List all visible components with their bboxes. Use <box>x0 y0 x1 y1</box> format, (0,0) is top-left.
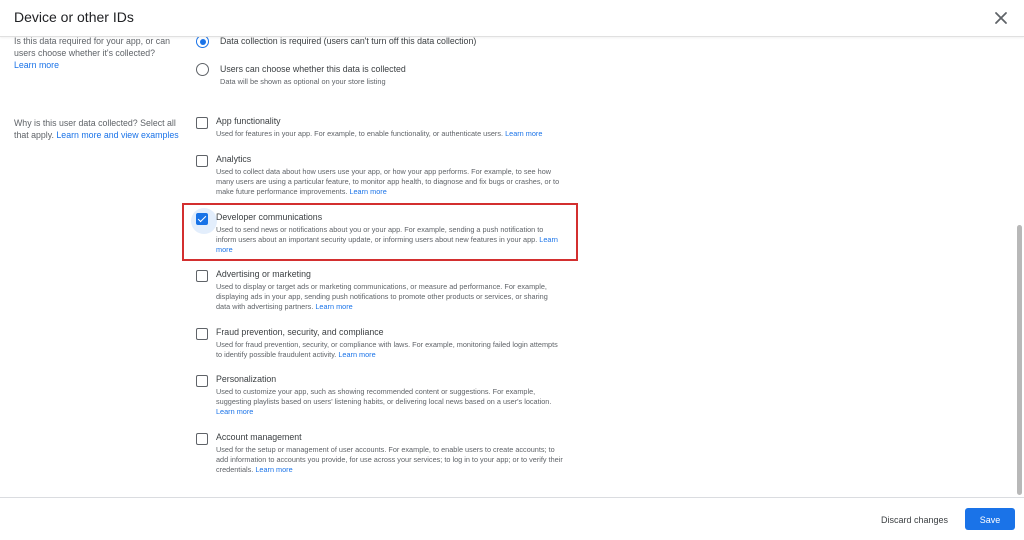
option-advertising-marketing[interactable]: Advertising or marketing Used to display… <box>194 269 574 313</box>
option-title: Advertising or marketing <box>216 269 311 279</box>
option-personalization[interactable]: Personalization Used to customize your a… <box>194 374 574 418</box>
option-app-functionality[interactable]: App functionality Used for features in y… <box>194 116 574 142</box>
option-fraud-prevention[interactable]: Fraud prevention, security, and complian… <box>194 327 574 361</box>
option-account-management[interactable]: Account management Used for the setup or… <box>194 432 574 476</box>
checkbox-fraud-prevention[interactable] <box>196 328 208 340</box>
dialog-content[interactable]: Is this data required for your app, or c… <box>0 37 1024 497</box>
checkbox-advertising-marketing[interactable] <box>196 270 208 282</box>
option-title: App functionality <box>216 116 281 126</box>
radio-required-label: Data collection is required (users can't… <box>220 37 477 46</box>
radio-optional-label: Users can choose whether this data is co… <box>220 64 406 74</box>
purpose-question: Why is this user data collected? Select … <box>14 117 182 141</box>
checkbox-analytics[interactable] <box>196 155 208 167</box>
option-description: Used to send news or notifications about… <box>216 225 558 254</box>
dialog-title: Device or other IDs <box>14 9 134 25</box>
option-description: Used for features in your app. For examp… <box>216 129 543 138</box>
option-learn-more-link[interactable]: Learn more <box>216 407 253 416</box>
purpose-learn-more-link[interactable]: Learn more and view examples <box>56 130 178 140</box>
close-icon <box>995 12 1007 24</box>
option-description: Used to collect data about how users use… <box>216 167 560 196</box>
discard-changes-button[interactable]: Discard changes <box>873 510 956 530</box>
option-learn-more-link[interactable]: Learn more <box>315 302 352 311</box>
close-button[interactable] <box>990 7 1012 29</box>
data-type-dialog: Device or other IDs Is this data require… <box>0 0 1024 540</box>
radio-required-button[interactable] <box>196 37 209 48</box>
option-learn-more-link[interactable]: Learn more <box>349 187 386 196</box>
option-learn-more-link[interactable]: Learn more <box>338 350 375 359</box>
required-question: Is this data required for your app, or c… <box>14 37 182 72</box>
option-analytics[interactable]: Analytics Used to collect data about how… <box>194 154 574 198</box>
checkbox-personalization[interactable] <box>196 375 208 387</box>
option-title: Account management <box>216 432 302 442</box>
option-title: Developer communications <box>216 212 323 222</box>
option-description: Used for the setup or management of user… <box>216 445 563 474</box>
option-description: Used for fraud prevention, security, or … <box>216 340 558 359</box>
radio-optional-sub: Data will be shown as optional on your s… <box>220 77 386 86</box>
option-description: Used to display or target ads or marketi… <box>216 282 548 311</box>
option-description: Used to customize your app, such as show… <box>216 387 552 416</box>
dialog-header: Device or other IDs <box>0 0 1024 37</box>
checkbox-developer-communications[interactable] <box>191 208 217 234</box>
checkbox-app-functionality[interactable] <box>196 117 208 129</box>
dialog-footer: Discard changes Save <box>0 497 1024 540</box>
option-title: Analytics <box>216 154 252 164</box>
option-learn-more-link[interactable]: Learn more <box>255 465 292 474</box>
radio-required[interactable]: Data collection is required (users can't… <box>194 37 574 49</box>
checkbox-focus-halo <box>191 208 217 234</box>
required-question-label: Is this data required for your app, or c… <box>14 37 170 59</box>
required-learn-more-link[interactable]: Learn more <box>14 60 59 70</box>
save-button[interactable]: Save <box>965 508 1015 530</box>
scrollbar-thumb[interactable] <box>1017 225 1022 495</box>
radio-optional[interactable]: Users can choose whether this data is co… <box>194 63 574 89</box>
option-title: Personalization <box>216 374 277 384</box>
option-learn-more-link[interactable]: Learn more <box>505 129 542 138</box>
checkbox-account-management[interactable] <box>196 433 208 445</box>
option-developer-communications[interactable]: Developer communications Used to send ne… <box>191 208 574 256</box>
radio-optional-button[interactable] <box>196 63 209 76</box>
option-title: Fraud prevention, security, and complian… <box>216 327 384 337</box>
